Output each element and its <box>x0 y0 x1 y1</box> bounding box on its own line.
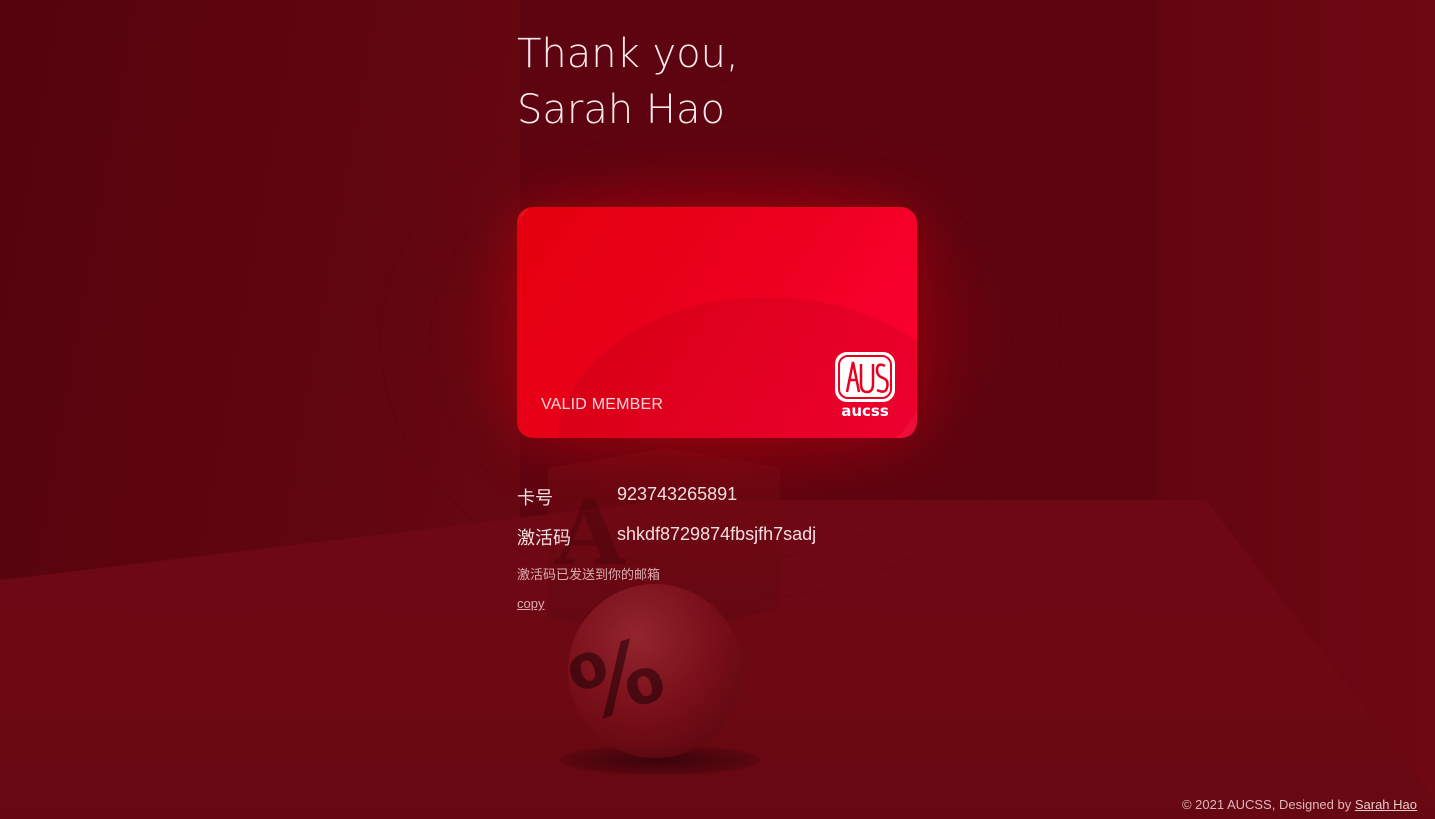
card-member-label: VALID MEMBER <box>541 396 664 413</box>
card-number-value: 923743265891 <box>617 484 738 504</box>
footer: © 2021 AUCSS, Designed by Sarah Hao <box>1182 797 1417 812</box>
footer-copyright: © 2021 AUCSS, Designed by <box>1181 797 1355 812</box>
activation-code-label: 激活码 <box>517 528 571 548</box>
page-title: Thank you, Sarah Hao <box>517 31 765 133</box>
designer-link[interactable]: Sarah Hao <box>1355 797 1417 812</box>
aucss-logo-icon: aucss <box>835 352 895 420</box>
card-number-label: 卡号 <box>517 488 553 508</box>
member-card: VALID MEMBER aucss <box>517 207 917 438</box>
sent-to-email-note: 激活码已发送到你的邮箱 <box>517 567 661 582</box>
copy-link[interactable]: copy <box>517 596 544 611</box>
logo-text: aucss <box>841 402 889 420</box>
activation-code-value: shkdf8729874fbsjfh7sadj <box>617 524 817 544</box>
